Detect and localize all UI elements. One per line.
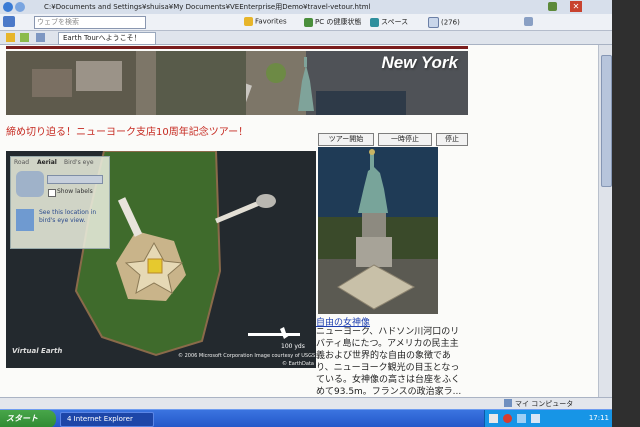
tab-list-icon[interactable]: [36, 33, 45, 42]
address-bar[interactable]: C:¥Documents and Settings¥shuisa¥My Docu…: [0, 0, 612, 15]
back-icon[interactable]: [3, 2, 13, 12]
pc-icon: [304, 17, 313, 27]
status-bar: マイ コンピュータ: [0, 397, 612, 409]
add-favorite-icon[interactable]: [20, 33, 29, 42]
search-input[interactable]: ウェブを検索: [34, 16, 146, 29]
pan-control-icon[interactable]: [16, 171, 44, 197]
map-copyright-earthdata: © EarthData: [282, 361, 314, 367]
settings-icon[interactable]: [524, 17, 533, 26]
tour-start-button[interactable]: ツアー開始: [318, 133, 374, 146]
start-button[interactable]: スタート: [0, 410, 56, 427]
windows-live-icon: [3, 16, 15, 27]
birds-eye-hint[interactable]: See this location in bird's eye view.: [39, 209, 105, 225]
map-view[interactable]: Road Aerial Bird's eye Show labels See t…: [6, 151, 316, 368]
system-tray: 17:11: [484, 410, 612, 427]
tray-icon-security[interactable]: [503, 414, 512, 423]
taskbar-ie-group[interactable]: 4 Internet Explorer: [60, 412, 154, 427]
favorites-button[interactable]: Favorites: [244, 17, 287, 26]
tab-bar: Earth Tourへようこそ！: [0, 31, 612, 45]
mail-count: (276): [441, 18, 460, 27]
header-rule: [6, 46, 468, 49]
banner: New York: [6, 51, 468, 115]
map-control-panel: Road Aerial Bird's eye Show labels See t…: [10, 156, 110, 249]
tab-earth-tour[interactable]: Earth Tourへようこそ！: [58, 32, 156, 45]
computer-icon: [504, 399, 512, 407]
spaces-link[interactable]: スペース: [370, 17, 408, 27]
taskbar: スタート 4 Internet Explorer 17:11: [0, 409, 612, 427]
mail-link[interactable]: (276): [428, 17, 460, 28]
scroll-thumb[interactable]: [601, 55, 612, 187]
tab-birds-eye[interactable]: Bird's eye: [64, 159, 94, 166]
banner-title: New York: [381, 53, 458, 72]
clock: 17:11: [588, 414, 609, 422]
close-icon[interactable]: ✕: [570, 1, 582, 12]
stop-button[interactable]: 停止: [436, 133, 468, 146]
tray-icon-network[interactable]: [517, 414, 526, 423]
favorites-center-icon[interactable]: [6, 33, 15, 42]
vertical-scrollbar[interactable]: [598, 45, 612, 397]
security-zone: マイ コンピュータ: [515, 400, 574, 408]
tray-icon-ime[interactable]: [489, 414, 498, 423]
spaces-icon: [370, 17, 379, 27]
pc-health-link[interactable]: PC の健康状態: [304, 17, 361, 27]
pc-health-label: PC の健康状態: [315, 18, 362, 26]
spaces-label: スペース: [381, 18, 409, 26]
pause-button[interactable]: 一時停止: [378, 133, 432, 146]
star-icon: [244, 17, 253, 26]
show-labels-checkbox[interactable]: [48, 189, 56, 197]
tray-icon-volume[interactable]: [531, 414, 540, 423]
statue-of-liberty-image: [318, 147, 438, 314]
map-scale: 100 yds: [281, 343, 305, 350]
web-page: New York 締め切り迫る！ニューヨーク支店10周年記念ツアー！ ツアー開始…: [0, 45, 598, 397]
screen: C:¥Documents and Settings¥shuisa¥My Docu…: [0, 0, 612, 427]
tab-road[interactable]: Road: [14, 159, 29, 166]
refresh-icon[interactable]: [548, 2, 557, 11]
map-copyright: © 2006 Microsoft Corporation Image court…: [178, 353, 316, 359]
birds-eye-icon: [16, 209, 34, 231]
show-labels-label: Show labels: [57, 188, 93, 195]
virtual-earth-logo: Virtual Earth: [12, 347, 63, 355]
tab-aerial[interactable]: Aerial: [37, 159, 57, 166]
mail-icon: [428, 17, 439, 28]
address-url[interactable]: C:¥Documents and Settings¥shuisa¥My Docu…: [44, 2, 370, 12]
statue-description: ニューヨーク、ハドソン川河口のリバティ島にたつ。アメリカの民主主義および世界的な…: [316, 327, 462, 397]
toolbar: ウェブを検索 Favorites PC の健康状態 スペース (276): [0, 14, 612, 31]
monitor-bezel: [612, 0, 640, 427]
zoom-slider[interactable]: [47, 175, 103, 184]
forward-icon[interactable]: [15, 2, 25, 12]
statue-photo: [318, 147, 438, 314]
favorites-label: Favorites: [255, 17, 287, 26]
headline: 締め切り迫る！ニューヨーク支店10周年記念ツアー！: [6, 127, 249, 138]
